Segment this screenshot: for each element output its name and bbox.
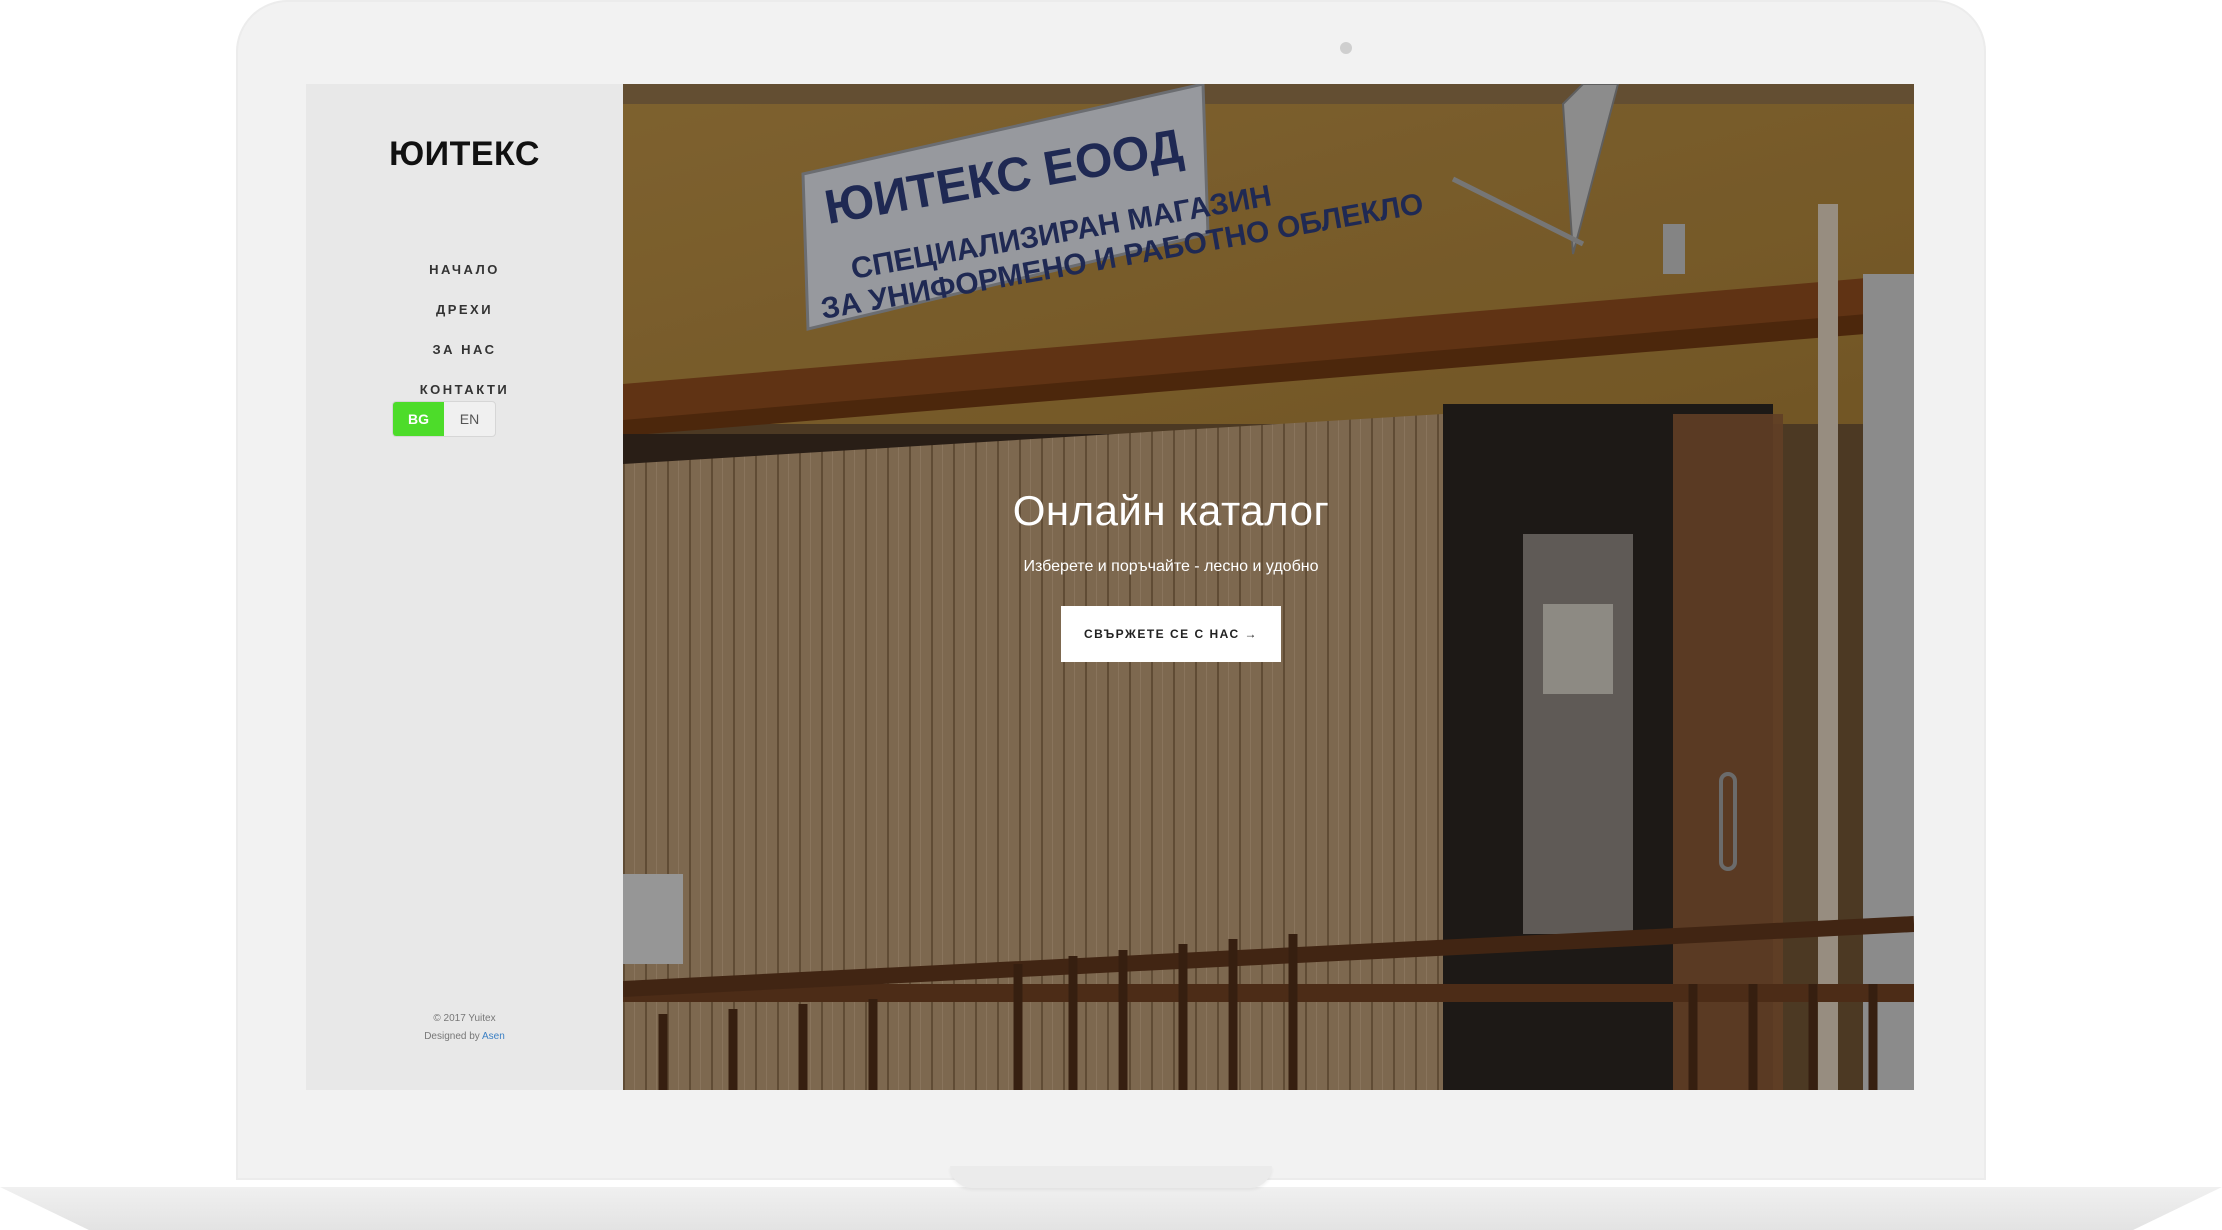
hero-content: Онлайн каталог Изберете и поръчайте - ле… <box>961 484 1381 662</box>
designer-credit: Designed by Asen <box>306 1028 623 1046</box>
nav-item-home[interactable]: НАЧАЛО <box>306 250 623 290</box>
language-switcher: BG EN <box>392 401 496 437</box>
designed-by-label: Designed by <box>424 1031 480 1042</box>
laptop-mockup: ЮИТЕКС НАЧАЛО ДРЕХИ ЗА НАС КОНТАКТИ BG E… <box>0 0 2222 1230</box>
laptop-notch <box>950 1166 1272 1188</box>
hero-title: Онлайн каталог <box>1012 487 1330 534</box>
main-nav: НАЧАЛО ДРЕХИ ЗА НАС КОНТАКТИ <box>306 250 623 410</box>
lang-en-button[interactable]: EN <box>444 402 495 436</box>
lang-bg-button[interactable]: BG <box>393 402 444 436</box>
contact-us-button[interactable]: СВЪРЖЕТЕ СЕ С НАС → <box>1061 606 1281 662</box>
hero-subtitle: Изберете и поръчайте - лесно и удобно <box>1023 558 1319 575</box>
laptop-base <box>0 1187 2222 1230</box>
nav-item-about[interactable]: ЗА НАС <box>306 330 623 370</box>
hero-section: ЮИТЕКС ЕООД СПЕЦИАЛИЗИРАН МАГАЗИН ЗА УНИ… <box>623 84 1914 1090</box>
brand-logo[interactable]: ЮИТЕКС <box>306 135 623 174</box>
designer-link[interactable]: Asen <box>482 1031 505 1042</box>
camera-dot <box>1340 42 1352 54</box>
sidebar-footer: © 2017 Yuitex Designed by Asen <box>306 1010 623 1046</box>
screen: ЮИТЕКС НАЧАЛО ДРЕХИ ЗА НАС КОНТАКТИ BG E… <box>306 84 1914 1090</box>
sidebar: ЮИТЕКС НАЧАЛО ДРЕХИ ЗА НАС КОНТАКТИ BG E… <box>306 84 623 1090</box>
nav-item-clothes[interactable]: ДРЕХИ <box>306 290 623 330</box>
copyright-text: © 2017 Yuitex <box>433 1013 496 1024</box>
